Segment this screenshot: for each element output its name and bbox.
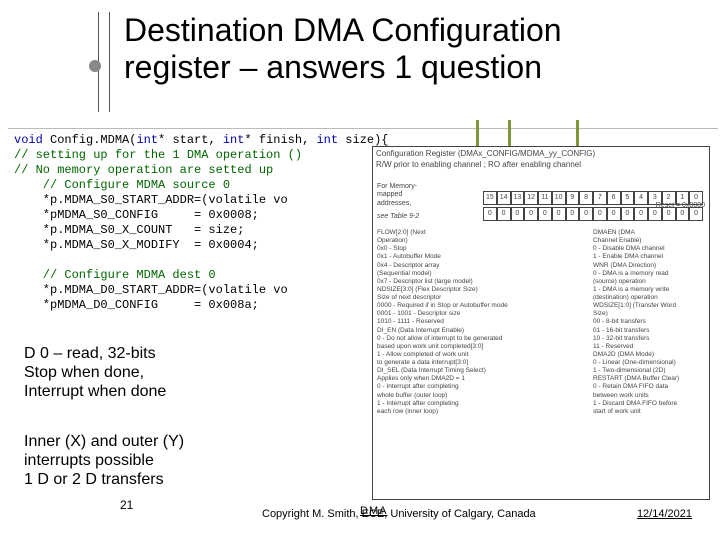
bit-cell: 5 [621,191,635,205]
code-comment-1: // setting up for the 1 DMA operation () [14,148,302,162]
annot1-l3: Interrupt when done [24,383,166,400]
register-subtitle: R/W prior to enabling channel ; RO after… [373,158,709,169]
slide-number: 21 [120,498,133,512]
val-cell: 0 [676,207,690,221]
val-cell: 0 [634,207,648,221]
register-field-descriptions-right: DMAEN (DMA Channel Enable) 0 - Disable D… [593,229,705,416]
val-cell: 0 [689,207,703,221]
reg-left-3: addresses, [377,200,411,207]
register-val-row: 0000000000000000 [483,207,703,221]
annot1-l2: Stop when done, [24,364,144,381]
bit-cell: 9 [566,191,580,205]
slide-title: Destination DMA Configuration register –… [124,12,562,86]
register-title: Configuration Register (DMAx_CONFIG/MDMA… [373,147,709,158]
val-cell: 0 [621,207,635,221]
reg-left-2: mapped [377,191,402,198]
val-cell: 0 [511,207,525,221]
register-diagram: Configuration Register (DMAx_CONFIG/MDMA… [372,146,710,500]
register-field-descriptions-left: FLOW[2:0] (Next Operation) 0x0 - Stop 0x… [377,229,577,416]
annot1-l1: D 0 – read, 32-bits [24,345,156,362]
bit-cell: 11 [538,191,552,205]
code-l6: *pMDMA_S0_CONFIG = 0x0008; [14,208,259,222]
code-l1b: Config.MDMA( [43,133,137,147]
code-l7: *p.MDMA_S0_X_COUNT = size; [14,223,244,237]
kw-int1: int [136,133,158,147]
val-cell: 0 [483,207,497,221]
val-cell: 0 [524,207,538,221]
bit-cell: 13 [511,191,525,205]
register-left-label: For Memory- mapped addresses, [377,183,417,208]
title-accent-bar [98,12,110,112]
code-l1d: * start, [158,133,223,147]
bit-cell: 14 [497,191,511,205]
bit-cell: 10 [552,191,566,205]
code-comment-3: // Configure MDMA source 0 [14,178,230,192]
reg-left-1: For Memory- [377,183,417,190]
slide-date: 12/14/2021 [637,508,692,520]
annotation-interrupts: Inner (X) and outer (Y) interrupts possi… [24,432,184,490]
val-cell: 0 [662,207,676,221]
code-l11: *p.MDMA_D0_START_ADDR=(volatile vo [14,283,288,297]
title-line-2: register – answers 1 question [124,49,542,85]
code-comment-2: // No memory operation are setted up [14,163,273,177]
annot2-l3: 1 D or 2 D transfers [24,471,164,488]
bit-cell: 4 [634,191,648,205]
register-see-table: see Table 9-2 [377,213,419,220]
code-l1f: * finish, [244,133,316,147]
val-cell: 0 [566,207,580,221]
code-l5: *p.MDMA_S0_START_ADDR=(volatile vo [14,193,288,207]
val-cell: 0 [648,207,662,221]
val-cell: 0 [497,207,511,221]
bit-cell: 12 [524,191,538,205]
annotation-d0: D 0 – read, 32-bits Stop when done, Inte… [24,344,166,402]
title-line-1: Destination DMA Configuration [124,12,562,48]
bit-cell: 8 [579,191,593,205]
annot2-l2: interrupts possible [24,452,154,469]
kw-void: void [14,133,43,147]
code-l1h: size){ [338,133,388,147]
code-l12: *pMDMA_D0_CONFIG = 0x008a; [14,298,259,312]
val-cell: 0 [552,207,566,221]
val-cell: 0 [579,207,593,221]
copyright: Copyright M. Smith, ECE, University of C… [262,508,536,520]
val-cell: 0 [538,207,552,221]
kw-int2: int [223,133,245,147]
register-reset: Reset = 0x0000 [656,202,705,209]
val-cell: 0 [593,207,607,221]
bit-cell: 6 [607,191,621,205]
val-cell: 0 [607,207,621,221]
bit-cell: 7 [593,191,607,205]
kw-int3: int [316,133,338,147]
code-l8: *p.MDMA_S0_X_MODIFY = 0x0004; [14,238,259,252]
annot2-l1: Inner (X) and outer (Y) [24,433,184,450]
code-comment-4: // Configure MDMA dest 0 [14,268,216,282]
bit-cell: 15 [483,191,497,205]
